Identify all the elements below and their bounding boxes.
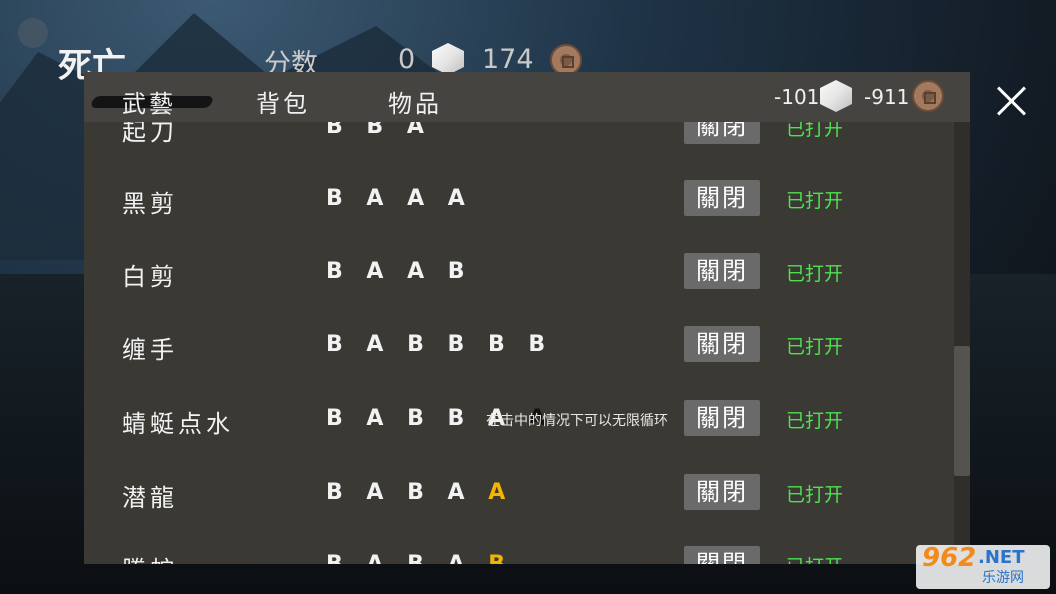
scrollbar-track[interactable] [954, 122, 970, 564]
list-item: 起刀 B B A 關閉 已打开 [84, 122, 954, 152]
skill-sequence: B A A B [326, 259, 473, 284]
list-item: 潜龍 B A B A A 關閉 已打开 [84, 474, 954, 518]
status-text: 已打开 [786, 552, 843, 564]
list-item: 缠手 B A B B B B 關閉 已打开 [84, 326, 954, 370]
scrollbar-thumb[interactable] [954, 346, 970, 476]
white-cube-icon [432, 43, 464, 75]
skill-sequence-highlight: B [488, 552, 513, 564]
skill-sequence: B A A A [326, 186, 473, 211]
close-icon[interactable] [994, 84, 1028, 118]
tab-backpack[interactable]: 背包 [256, 84, 310, 119]
tab-items[interactable]: 物品 [388, 84, 442, 119]
copper-coin-icon [912, 80, 944, 112]
settings-icon[interactable] [18, 18, 48, 48]
status-text: 已打开 [786, 122, 844, 140]
score-value: 0 [398, 44, 416, 75]
tab-martial-arts[interactable]: 武藝 [122, 84, 176, 119]
skill-name: 騰蛇 [122, 550, 178, 564]
close-toggle-button[interactable]: 關閉 [684, 474, 760, 510]
status-text: 已打开 [786, 484, 844, 506]
skill-name: 潜龍 [122, 484, 178, 512]
skill-name: 起刀 [122, 122, 178, 146]
close-toggle-button[interactable]: 關閉 [684, 400, 760, 436]
status-text: 已打开 [786, 263, 844, 285]
close-toggle-button[interactable]: 關閉 [684, 180, 760, 216]
close-toggle-button[interactable]: 關閉 [684, 122, 760, 144]
list-item: 黑剪 B A A A 關閉 已打开 [84, 180, 954, 224]
list-item: 白剪 B A A B 關閉 已打开 [84, 253, 954, 297]
skill-sequence: B A B A B [326, 552, 513, 564]
close-toggle-button[interactable]: 關閉 [684, 253, 760, 289]
skill-sequence: B B A [326, 122, 432, 139]
skill-sequence-highlight: A [488, 480, 514, 505]
top-hud: 死亡 分数 0 174 [0, 0, 1056, 86]
skill-name: 白剪 [122, 263, 178, 291]
skill-name: 蜻蜓点水 [122, 410, 234, 438]
status-text: 已打开 [786, 190, 844, 212]
skill-name: 黑剪 [122, 190, 178, 218]
resource-cube-value: -101 [774, 85, 820, 109]
skill-list[interactable]: 起刀 B B A 關閉 已打开 黑剪 B A A A 關閉 已打开 白剪 B A… [84, 122, 954, 564]
cube-count: 174 [482, 44, 534, 75]
skill-name: 缠手 [122, 336, 178, 364]
status-text: 已打开 [786, 336, 844, 358]
list-item: 騰蛇 B A B A B 關閉 已打开 [84, 546, 954, 564]
skill-sequence: B A B A A [326, 480, 514, 505]
close-toggle-button[interactable]: 關閉 [684, 546, 760, 564]
resource-coin-value: -911 [864, 85, 910, 109]
status-text: 已打开 [786, 410, 844, 432]
list-item: 蜻蜓点水 B A B B A A 在击中的情况下可以无限循环 關閉 已打开 [84, 400, 954, 444]
skill-note: 在击中的情况下可以无限循环 [486, 413, 668, 429]
skill-sequence: B A B B B B [326, 332, 554, 357]
close-toggle-button[interactable]: 關閉 [684, 326, 760, 362]
watermark-logo: 962 .NET 乐游网 [916, 545, 1050, 589]
